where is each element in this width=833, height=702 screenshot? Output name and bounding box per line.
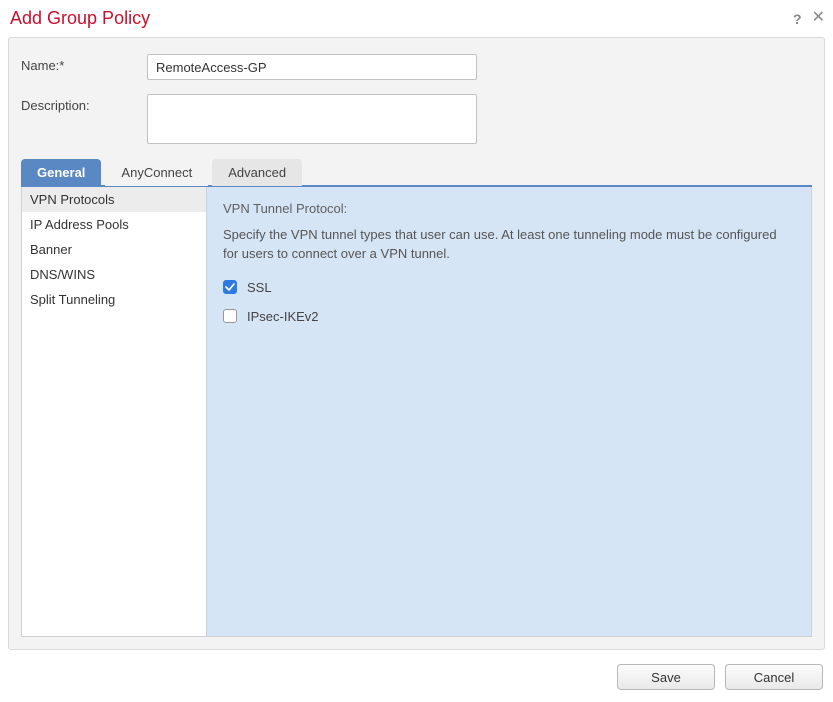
name-input[interactable] [147, 54, 477, 80]
description-textarea[interactable] [147, 94, 477, 144]
help-icon[interactable]: ? [793, 11, 802, 27]
sidenav-item-dns-wins[interactable]: DNS/WINS [22, 262, 206, 287]
dialog-body-panel: Name:* Description: General AnyConnect A… [8, 37, 825, 650]
check-icon [225, 282, 235, 292]
add-group-policy-dialog: Add Group Policy ? ✕ Name:* Description:… [0, 0, 833, 698]
tab-content: VPN Protocols IP Address Pools Banner DN… [21, 185, 812, 637]
tab-general[interactable]: General [21, 159, 101, 186]
dialog-header-actions: ? ✕ [793, 11, 825, 27]
checkbox-ssl-label: SSL [247, 280, 272, 295]
name-label: Name:* [21, 54, 147, 73]
section-title: VPN Tunnel Protocol: [223, 201, 795, 216]
sidenav-item-split-tunneling[interactable]: Split Tunneling [22, 287, 206, 312]
sidenav-item-vpn-protocols[interactable]: VPN Protocols [22, 187, 206, 212]
dialog-footer: Save Cancel [8, 664, 825, 690]
close-icon[interactable]: ✕ [812, 11, 825, 27]
sidenav-item-banner[interactable]: Banner [22, 237, 206, 262]
cancel-button[interactable]: Cancel [725, 664, 823, 690]
section-description: Specify the VPN tunnel types that user c… [223, 226, 795, 264]
tab-advanced[interactable]: Advanced [212, 159, 302, 186]
checkbox-ipsec-ikev2[interactable] [223, 309, 237, 323]
dialog-header: Add Group Policy ? ✕ [8, 4, 825, 37]
sidenav-item-ip-pools[interactable]: IP Address Pools [22, 212, 206, 237]
checkbox-ssl[interactable] [223, 280, 237, 294]
form-row-description: Description: [21, 94, 812, 144]
description-label: Description: [21, 94, 147, 113]
dialog-title: Add Group Policy [10, 8, 150, 29]
checkbox-ipsec-label: IPsec-IKEv2 [247, 309, 319, 324]
side-nav: VPN Protocols IP Address Pools Banner DN… [21, 187, 207, 637]
tab-bar: General AnyConnect Advanced [21, 158, 812, 185]
option-ipsec-row: IPsec-IKEv2 [223, 309, 795, 324]
option-ssl-row: SSL [223, 280, 795, 295]
form-row-name: Name:* [21, 54, 812, 80]
save-button[interactable]: Save [617, 664, 715, 690]
content-pane: VPN Tunnel Protocol: Specify the VPN tun… [207, 187, 812, 637]
tab-anyconnect[interactable]: AnyConnect [105, 159, 208, 186]
